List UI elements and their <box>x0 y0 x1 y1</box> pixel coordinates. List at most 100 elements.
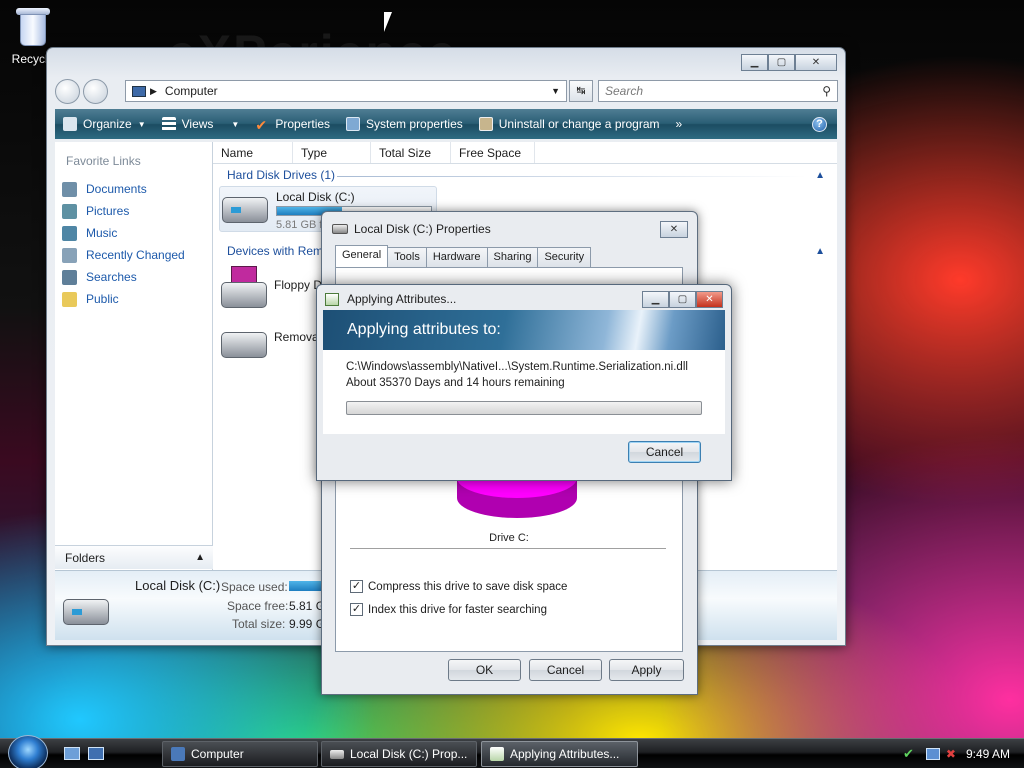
organize-button[interactable]: Organize ▼ <box>55 109 154 139</box>
link-pictures[interactable]: Pictures <box>55 200 212 222</box>
tab-security[interactable]: Security <box>537 247 592 267</box>
column-type[interactable]: Type <box>293 142 371 163</box>
pictures-icon <box>62 203 77 219</box>
address-text: Computer <box>164 84 218 98</box>
computer-icon <box>132 85 146 97</box>
taskbar-item-computer[interactable]: Computer <box>162 741 318 767</box>
views-icon <box>161 117 176 131</box>
tab-hardware[interactable]: Hardware <box>425 247 488 267</box>
computer-icon <box>171 747 185 761</box>
system-properties-button[interactable]: System properties <box>338 109 471 139</box>
close-button[interactable]: ✕ <box>795 54 837 71</box>
checkmark-icon: ✔ <box>255 117 268 133</box>
column-header: Name Type Total Size Free Space <box>213 142 837 164</box>
divider <box>350 548 666 549</box>
total-size-value: 9.99 G <box>289 617 326 631</box>
navigation-bar: ▶ Computer ▼ ↹ Search ⚲ <box>55 78 838 104</box>
cancel-button[interactable]: Cancel <box>529 659 602 681</box>
tab-sharing[interactable]: Sharing <box>486 247 539 267</box>
progress-bar <box>346 401 702 415</box>
safely-remove-icon[interactable]: ✔ <box>903 746 914 762</box>
network-icon[interactable] <box>925 748 940 760</box>
uninstall-label: Uninstall or change a program <box>498 117 660 131</box>
properties-title-bar: Local Disk (C:) Properties <box>332 222 491 236</box>
volume-muted-icon[interactable]: ✖ <box>946 747 956 761</box>
attributes-icon <box>490 747 504 761</box>
switch-windows-icon[interactable] <box>88 747 104 760</box>
column-total-size[interactable]: Total Size <box>371 142 451 163</box>
index-label: Index this drive for faster searching <box>368 603 547 616</box>
system-properties-label: System properties <box>366 117 463 131</box>
hard-drive-icon <box>222 197 268 223</box>
search-placeholder: Search <box>605 84 644 98</box>
chevron-up-icon[interactable]: ▲ <box>815 246 825 257</box>
address-bar[interactable]: ▶ Computer ▼ <box>125 80 567 102</box>
group-hard-disk-drives[interactable]: Hard Disk Drives (1) <box>227 168 335 182</box>
documents-icon <box>62 181 77 197</box>
link-searches[interactable]: Searches <box>55 266 212 288</box>
link-label: Public <box>86 292 119 306</box>
local-disk-name: Local Disk (C:) <box>276 190 355 204</box>
ok-button[interactable]: OK <box>448 659 521 681</box>
maximize-button[interactable]: ▢ <box>669 291 696 308</box>
minimize-button[interactable]: ▁ <box>741 54 768 71</box>
more-commands-button[interactable]: » <box>668 109 691 139</box>
properties-tabs: General Tools Hardware Sharing Security <box>335 245 592 267</box>
drive-label: Drive C: <box>489 532 529 544</box>
close-button[interactable]: ✕ <box>660 221 688 238</box>
refresh-button[interactable]: ↹ <box>569 80 593 102</box>
apply-button[interactable]: Apply <box>609 659 684 681</box>
column-free-space[interactable]: Free Space <box>451 142 535 163</box>
cancel-button[interactable]: Cancel <box>628 441 701 463</box>
system-tray: ✔ ✖ 9:49 AM <box>903 739 1024 768</box>
taskbar-item-applying[interactable]: Applying Attributes... <box>481 741 638 767</box>
show-desktop-icon[interactable] <box>64 747 80 760</box>
chevron-up-icon[interactable]: ▲ <box>815 170 825 181</box>
taskbar-label: Computer <box>191 747 244 761</box>
folders-label: Folders <box>65 551 106 565</box>
views-label: Views <box>181 117 214 131</box>
taskbar-item-properties[interactable]: Local Disk (C:) Prop... <box>321 741 477 767</box>
chevron-down-icon: ▼ <box>231 119 240 129</box>
search-icon[interactable]: ⚲ <box>822 81 831 101</box>
group-divider <box>337 176 807 177</box>
searches-icon <box>62 269 77 285</box>
folders-toggle[interactable]: Folders ▲ <box>55 545 213 569</box>
back-button[interactable] <box>55 79 80 104</box>
applying-attributes-dialog: Applying Attributes... ▁ ▢ ✕ Applying at… <box>316 284 732 481</box>
uninstall-button[interactable]: Uninstall or change a program <box>471 109 668 139</box>
link-label: Recently Changed <box>86 248 185 262</box>
tab-tools[interactable]: Tools <box>387 247 427 267</box>
minimize-button[interactable]: ▁ <box>642 291 669 308</box>
start-button[interactable] <box>8 735 48 768</box>
removable-label: Remova <box>274 330 319 344</box>
properties-button[interactable]: ✔ Properties <box>247 109 338 139</box>
search-input[interactable]: Search ⚲ <box>598 80 838 102</box>
attributes-icon <box>325 292 339 306</box>
link-recently-changed[interactable]: Recently Changed <box>55 244 212 266</box>
checkbox-box: ✓ <box>350 580 363 593</box>
link-label: Pictures <box>86 204 130 218</box>
maximize-button[interactable]: ▢ <box>768 54 795 71</box>
forward-button[interactable] <box>83 79 108 104</box>
chevron-down-icon[interactable]: ▼ <box>551 86 560 96</box>
column-name[interactable]: Name <box>213 142 293 163</box>
clock[interactable]: 9:49 AM <box>966 747 1010 761</box>
space-free-value: 5.81 G <box>289 599 326 613</box>
link-public[interactable]: Public <box>55 288 212 310</box>
views-button[interactable]: Views ▼ <box>154 109 248 139</box>
link-documents[interactable]: Documents <box>55 178 212 200</box>
group-removable-storage[interactable]: Devices with Remo <box>227 244 330 258</box>
help-icon[interactable]: ? <box>812 116 827 132</box>
tab-general[interactable]: General <box>335 245 389 267</box>
drive-icon <box>330 749 344 759</box>
applying-body: C:\Windows\assembly\NativeI...\System.Ru… <box>323 350 725 434</box>
link-music[interactable]: Music <box>55 222 212 244</box>
uninstall-icon <box>478 117 493 131</box>
compress-checkbox[interactable]: ✓ Compress this drive to save disk space <box>350 580 567 593</box>
applying-title-bar: Applying Attributes... <box>325 292 456 306</box>
favorite-links-header: Favorite Links <box>66 154 141 168</box>
close-button[interactable]: ✕ <box>696 291 723 308</box>
index-checkbox[interactable]: ✓ Index this drive for faster searching <box>350 603 547 616</box>
organize-label: Organize <box>83 117 132 131</box>
